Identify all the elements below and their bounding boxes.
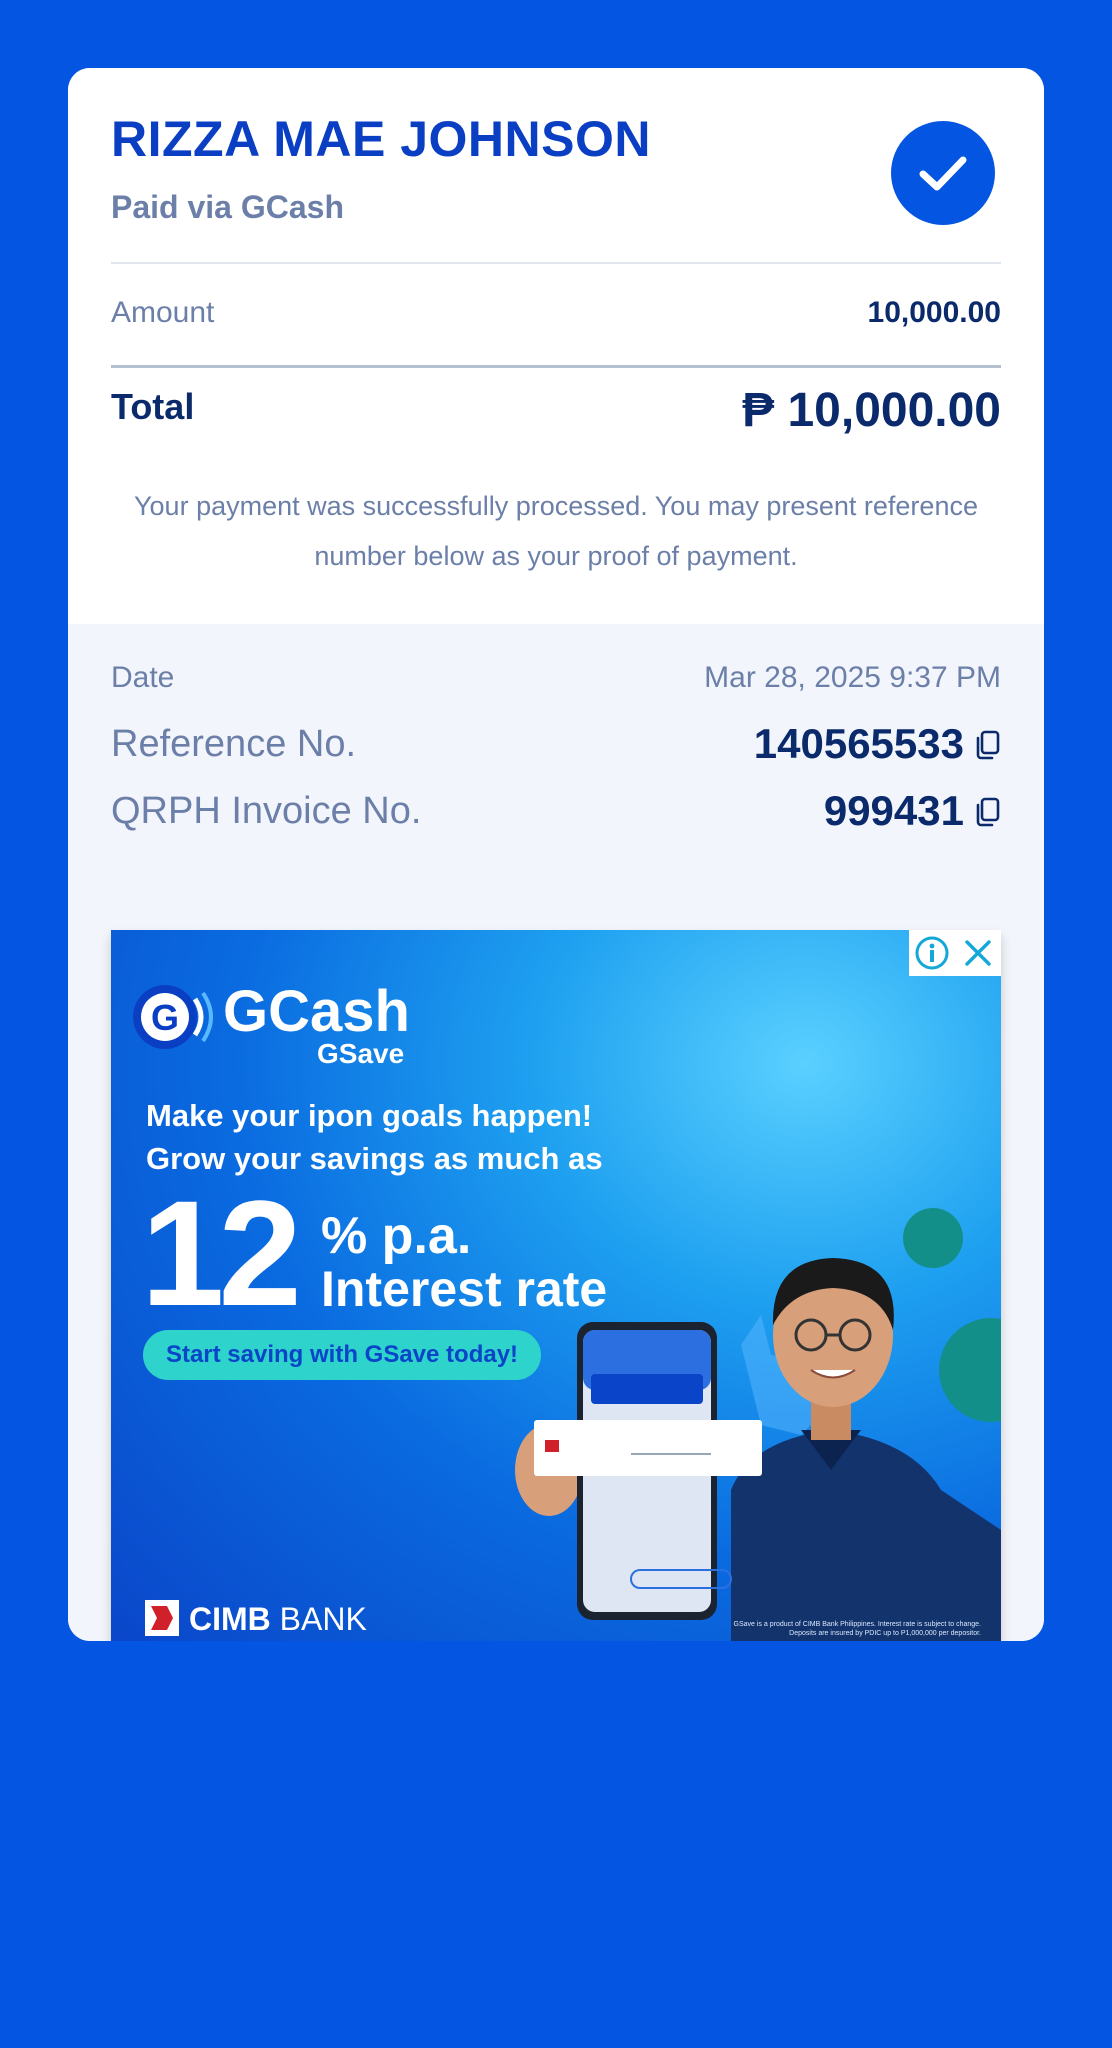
ad-fine-print: GSave is a product of CIMB Bank Philippi… [733, 1621, 981, 1637]
date-value: Mar 28, 2025 9:37 PM [704, 661, 1001, 694]
amount-value: 10,000.00 [867, 296, 1001, 329]
invoice-label: QRPH Invoice No. [111, 790, 422, 832]
ad-headline: Make your ipon goals happen! [146, 1098, 593, 1133]
copy-invoice-icon[interactable] [973, 797, 1001, 827]
check-icon [891, 121, 995, 225]
copy-reference-icon[interactable] [973, 730, 1001, 760]
divider [111, 365, 1001, 368]
ad-rate-number: 12 [141, 1169, 302, 1337]
ad-rate-label: Interest rate [321, 1261, 608, 1317]
svg-text:G: G [151, 997, 179, 1038]
ad-rate-suffix: % p.a. [321, 1207, 472, 1265]
transaction-details: Date Mar 28, 2025 9:37 PM Reference No. … [68, 624, 1044, 1641]
invoice-value: 999431 [823, 787, 964, 834]
ad-cta-button[interactable]: Start saving with GSave today! [143, 1330, 541, 1380]
cimb-logo-icon [145, 1600, 179, 1636]
success-message: Your payment was successfully processed.… [134, 491, 978, 571]
info-icon[interactable] [913, 934, 951, 972]
total-value: ₱ 10,000.00 [742, 384, 1001, 437]
gcash-logo-icon: G [129, 974, 215, 1060]
divider [111, 262, 1001, 264]
close-icon[interactable] [959, 934, 997, 972]
recipient-name: RIZZA MAE JOHNSON [111, 111, 651, 167]
gsave-label: GSave [317, 1038, 405, 1069]
total-label: Total [111, 386, 195, 427]
cimb-bank-brand: CIMB BANK [189, 1601, 367, 1637]
date-label: Date [111, 661, 175, 694]
reference-value: 140565533 [753, 720, 964, 767]
amount-label: Amount [111, 296, 215, 329]
gsave-ad-banner[interactable]: G GCash GSave Make your ipon goals happe… [111, 930, 1001, 1641]
reference-label: Reference No. [111, 723, 357, 765]
gcash-brand: GCash [223, 979, 410, 1044]
ad-controls [909, 930, 1001, 976]
payment-method: Paid via GCash [111, 189, 344, 225]
receipt-summary: RIZZA MAE JOHNSON Paid via GCash Amount … [68, 68, 1044, 624]
receipt-card: RIZZA MAE JOHNSON Paid via GCash Amount … [68, 68, 1044, 1641]
